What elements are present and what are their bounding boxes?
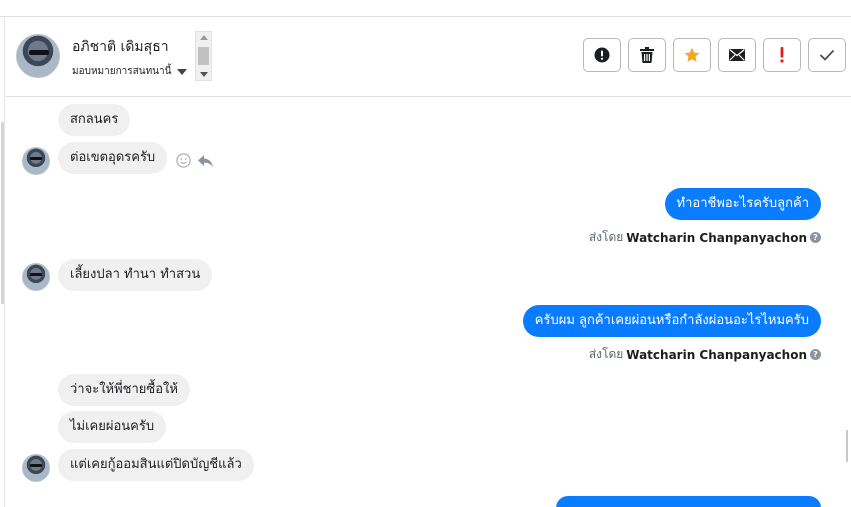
scroll-up-icon[interactable]: [200, 35, 208, 40]
exclamation-icon: [780, 47, 784, 63]
star-icon: [684, 47, 700, 62]
reply-icon[interactable]: [197, 154, 214, 168]
sent-by-agent[interactable]: Watcharin Chanpanyachon: [626, 231, 807, 245]
contact-avatar[interactable]: [16, 34, 60, 78]
incoming-message[interactable]: ต่อเขตอุดรครับ: [58, 142, 168, 174]
delete-button[interactable]: [628, 38, 666, 72]
exclamation-circle-icon: [594, 47, 610, 63]
outgoing-message[interactable]: ทำอาชีพอะไรครับลูกค้า: [664, 188, 821, 220]
help-icon[interactable]: ?: [810, 232, 821, 243]
sent-by-prefix: ส่งโดย: [588, 347, 624, 361]
done-button[interactable]: [808, 38, 846, 72]
right-scrollbar-thumb[interactable]: [846, 430, 848, 462]
smiley-icon[interactable]: [176, 153, 191, 168]
incoming-message[interactable]: ไม่เคยผ่อนครับ: [58, 411, 167, 443]
assign-label: มอบหมายการสนทนานี้: [72, 66, 172, 77]
scroll-thumb[interactable]: [198, 47, 209, 65]
conversation-actions: [583, 38, 846, 72]
incoming-message[interactable]: สกลนคร: [58, 104, 131, 136]
mark-unread-button[interactable]: [718, 38, 756, 72]
chevron-down-icon: [177, 68, 188, 75]
assign-list-scrollbar[interactable]: [195, 31, 212, 81]
follow-up-button[interactable]: [763, 38, 801, 72]
incoming-message[interactable]: เลี้ยงปลา ทำนา ทำสวน: [58, 259, 213, 291]
incoming-message[interactable]: แต่เคยกู้ออมสินแต่ปิดบัญชีแล้ว: [58, 449, 254, 481]
sender-avatar[interactable]: [22, 263, 50, 291]
conversation-header: อภิชาติ เดิมสุธา มอบหมายการสนทนานี้: [6, 17, 851, 97]
sent-by-label: ส่งโดย Watcharin Chanpanyachon ?: [589, 228, 821, 247]
scroll-down-icon[interactable]: [200, 72, 208, 77]
sent-by-label: ส่งโดย Watcharin Chanpanyachon ?: [589, 345, 821, 364]
assign-conversation-dropdown[interactable]: มอบหมายการสนทนานี้: [72, 64, 188, 79]
envelope-icon: [729, 49, 745, 61]
check-icon: [819, 49, 835, 61]
message-hover-actions: [176, 153, 214, 168]
trash-icon: [640, 47, 654, 63]
left-scrollbar[interactable]: [1, 122, 4, 304]
star-button[interactable]: [673, 38, 711, 72]
sent-by-agent[interactable]: Watcharin Chanpanyachon: [626, 348, 807, 362]
sent-by-prefix: ส่งโดย: [588, 230, 624, 244]
incoming-message[interactable]: ว่าจะให้พี่ชายซื้อให้: [58, 374, 190, 406]
outgoing-message[interactable]: ครับผม ลูกค้าเคยผ่อนหรือกำลังผ่อนอะไรไหม…: [522, 305, 821, 337]
contact-name[interactable]: อภิชาติ เดิมสุธา: [72, 36, 169, 58]
sender-avatar[interactable]: [22, 454, 50, 482]
mark-spam-button[interactable]: [583, 38, 621, 72]
help-icon[interactable]: ?: [810, 349, 821, 360]
sender-avatar[interactable]: [22, 147, 50, 175]
outgoing-message-partial[interactable]: [556, 496, 821, 507]
